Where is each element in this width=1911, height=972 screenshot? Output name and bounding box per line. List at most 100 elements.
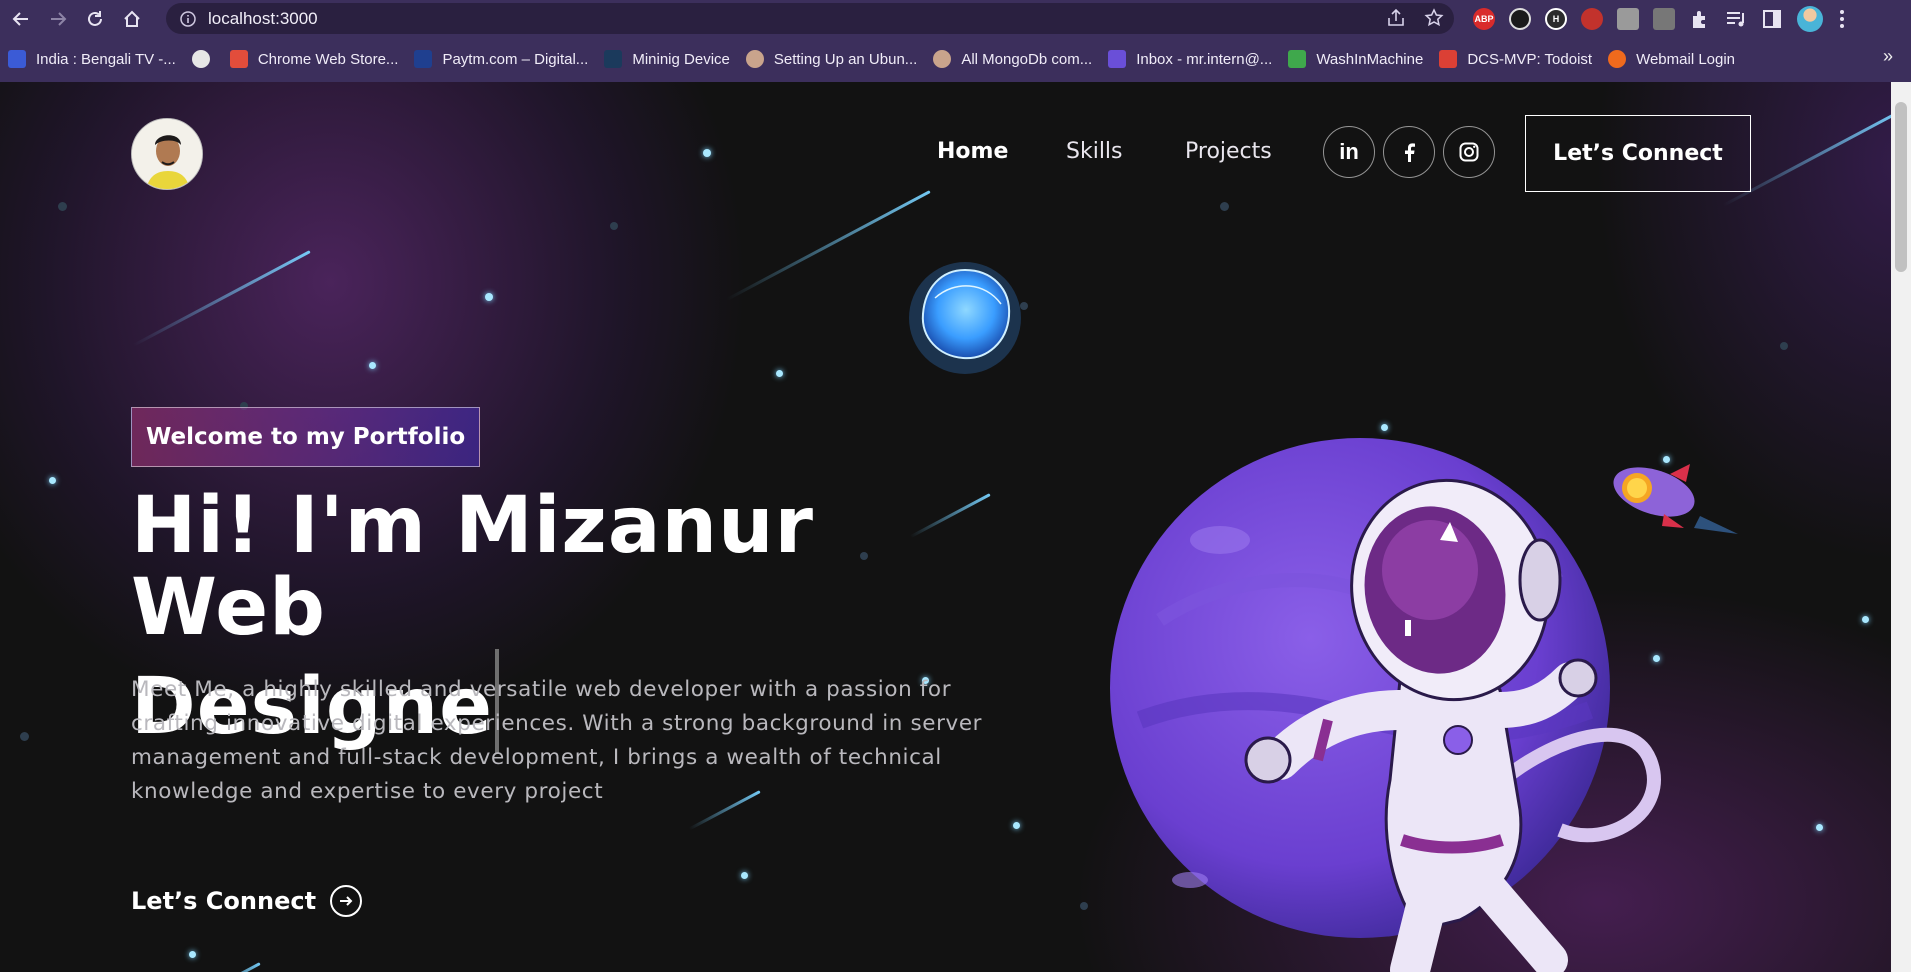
linkedin-button[interactable]: in xyxy=(1323,126,1375,178)
facebook-button[interactable] xyxy=(1383,126,1435,178)
instagram-button[interactable] xyxy=(1443,126,1495,178)
shooting-star xyxy=(726,190,931,301)
globe-favicon-icon xyxy=(191,50,210,68)
star xyxy=(1862,616,1869,623)
arrow-circle-right-icon xyxy=(330,885,363,917)
person-favicon-icon xyxy=(933,50,952,68)
chrome-store-favicon-icon xyxy=(229,50,248,68)
extensions-bar: ABP H xyxy=(1473,6,1847,32)
star xyxy=(1816,824,1823,831)
media-playlist-icon[interactable] xyxy=(1725,8,1747,30)
profile-photo-icon xyxy=(132,119,202,189)
adblock-icon[interactable]: ABP xyxy=(1473,8,1495,30)
bookmark-label: Inbox - mr.intern@... xyxy=(1136,50,1273,68)
reload-button[interactable] xyxy=(79,3,111,35)
hero-connect-label: Let’s Connect xyxy=(131,887,317,915)
star xyxy=(49,477,56,484)
cat-extension-icon[interactable] xyxy=(1581,8,1603,30)
bookmark-label: DCS-MVP: Todoist xyxy=(1467,50,1593,68)
nav-skills-link[interactable]: Skills xyxy=(1066,139,1123,164)
bookmark-item[interactable]: Inbox - mr.intern@... xyxy=(1100,45,1280,73)
shooting-star xyxy=(132,250,311,347)
arrow-right-icon xyxy=(51,12,67,26)
cpanel-favicon-icon xyxy=(1608,50,1627,68)
bookmark-label: Setting Up an Ubun... xyxy=(773,50,918,68)
star xyxy=(189,951,196,958)
bookmark-item[interactable]: Mininig Device xyxy=(596,45,738,73)
headline-line-1: Hi! I'm Mizanur Web xyxy=(131,481,814,653)
nav-projects-link[interactable]: Projects xyxy=(1185,139,1272,164)
info-icon xyxy=(180,10,196,27)
welcome-tagline: Welcome to my Portfolio xyxy=(131,407,481,467)
arrow-left-icon xyxy=(12,12,28,26)
bookmark-item[interactable]: Setting Up an Ubun... xyxy=(738,45,925,73)
bookmark-label: Paytm.com – Digital... xyxy=(442,50,589,68)
star xyxy=(1080,902,1088,910)
bookmark-item[interactable]: Chrome Web Store... xyxy=(222,45,407,73)
bookmark-item[interactable]: India : Bengali TV -... xyxy=(0,45,184,73)
instagram-icon xyxy=(1459,142,1479,162)
star xyxy=(20,732,29,741)
bookmark-item[interactable]: Webmail Login xyxy=(1600,45,1743,73)
bookmarks-bar: India : Bengali TV -... Chrome Web Store… xyxy=(0,44,1911,74)
gray-extension-icon[interactable] xyxy=(1617,8,1639,30)
home-button[interactable] xyxy=(116,3,148,35)
star xyxy=(741,872,748,879)
shooting-star xyxy=(206,962,261,972)
envelope-favicon-icon xyxy=(1288,50,1307,68)
browser-chrome: localhost:3000 ABP H India : Bengali TV … xyxy=(0,0,1911,82)
paytm-favicon-icon xyxy=(414,50,433,68)
puzzle-extensions-icon[interactable] xyxy=(1689,8,1711,30)
scrollbar-thumb[interactable] xyxy=(1895,102,1907,272)
bookmark-label: WashInMachine xyxy=(1316,50,1424,68)
facebook-icon xyxy=(1405,143,1415,162)
kebab-menu-icon[interactable] xyxy=(1837,8,1847,30)
todoist-favicon-icon xyxy=(1439,50,1458,68)
back-button[interactable] xyxy=(5,3,37,35)
url-text[interactable]: localhost:3000 xyxy=(208,9,318,29)
linkedin-icon: in xyxy=(1339,139,1359,164)
bookmark-label: Webmail Login xyxy=(1636,50,1736,68)
bookmark-item[interactable]: All MongoDb com... xyxy=(925,45,1100,73)
address-bar[interactable]: localhost:3000 xyxy=(166,3,1454,34)
star xyxy=(1220,202,1229,211)
avatar[interactable] xyxy=(131,118,203,190)
address-bar-actions xyxy=(1386,8,1444,28)
glowing-planet-icon xyxy=(909,262,1021,374)
share-icon[interactable] xyxy=(1386,8,1406,28)
person-favicon-icon xyxy=(745,50,764,68)
star xyxy=(1780,342,1788,350)
browser-toolbar: localhost:3000 ABP H xyxy=(0,0,1911,38)
bookmark-item[interactable] xyxy=(184,45,222,73)
home-icon xyxy=(124,10,140,27)
bookmark-label: Mininig Device xyxy=(632,50,730,68)
bookmark-star-icon[interactable] xyxy=(1424,8,1444,28)
star xyxy=(485,293,493,301)
reload-icon xyxy=(88,11,102,26)
bookmark-item[interactable]: Paytm.com – Digital... xyxy=(406,45,596,73)
mask-extension-icon[interactable] xyxy=(1509,8,1531,30)
hero-connect-link[interactable]: Let’s Connect xyxy=(131,885,363,917)
more-bookmarks-button[interactable]: » xyxy=(1883,46,1893,67)
bookmark-label: All MongoDb com... xyxy=(961,50,1093,68)
bookmark-label: India : Bengali TV -... xyxy=(36,50,176,68)
tv-favicon-icon xyxy=(8,50,26,68)
star xyxy=(610,222,618,230)
gray-square-extension-icon[interactable] xyxy=(1653,8,1675,30)
lets-connect-button[interactable]: Let’s Connect xyxy=(1525,115,1751,192)
mining-favicon-icon xyxy=(604,50,623,68)
profile-avatar[interactable] xyxy=(1797,6,1823,32)
side-panel-icon[interactable] xyxy=(1761,8,1783,30)
star xyxy=(58,202,67,211)
hero-description: Meet Me, a highly skilled and versatile … xyxy=(131,677,983,804)
h-extension-icon[interactable]: H xyxy=(1545,8,1567,30)
forward-button[interactable] xyxy=(42,3,74,35)
bookmark-item[interactable]: WashInMachine xyxy=(1280,45,1431,73)
mail-app-favicon-icon xyxy=(1108,50,1127,68)
star xyxy=(1013,822,1020,829)
astronaut-planet-illustration xyxy=(1110,438,1661,972)
star xyxy=(369,362,376,369)
bookmark-label: Chrome Web Store... xyxy=(257,50,399,68)
nav-home-link[interactable]: Home xyxy=(937,139,1008,164)
bookmark-item[interactable]: DCS-MVP: Todoist xyxy=(1431,45,1600,73)
